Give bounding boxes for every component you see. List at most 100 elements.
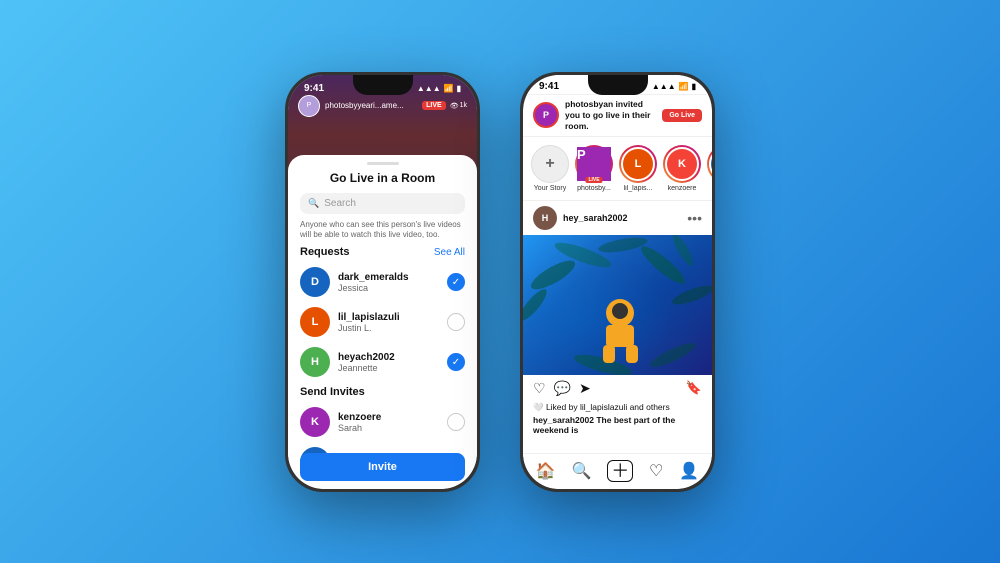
nav-profile-icon[interactable]: 👤: [679, 461, 699, 481]
go-live-action-button[interactable]: Go Live: [662, 109, 702, 122]
post-image: [523, 235, 712, 375]
signal-icon: ▲▲▲: [417, 84, 441, 93]
wifi-icon: 📶: [444, 84, 454, 93]
username-kenzoere: kenzoere: [338, 412, 439, 423]
story-inner-photosbyan: P: [577, 147, 611, 181]
user-avatar-heyach2002: H: [300, 347, 330, 377]
post-more-options[interactable]: •••: [687, 211, 702, 225]
status-bar-phone1: 9:41 ▲▲▲ 📶 ▮: [288, 77, 477, 96]
send-invites-header: Send Invites: [300, 386, 465, 398]
live-notification-header: P photosbyan invited you to go live in t…: [523, 95, 712, 137]
sheet-title: Go Live in a Room: [288, 171, 477, 185]
info-text: Anyone who can see this person's live vi…: [300, 220, 465, 241]
phone-instagram-feed: 9:41 ▲▲▲ 📶 ▮ P photosbyan invited you to…: [520, 72, 715, 492]
bookmark-action-icon[interactable]: 🔖: [686, 380, 702, 396]
user-avatar-dark-emeralds: D: [300, 267, 330, 297]
story-label-photosbyan: photosby...: [577, 185, 611, 192]
story-label-lil-lapis: lil_lapis...: [624, 185, 653, 192]
post-actions: ♡ 💬 ➤ 🔖: [523, 375, 712, 402]
bottom-navigation: 🏠 🔍 ＋ ♡ 👤: [523, 453, 712, 489]
battery-icon-p2: ▮: [692, 82, 696, 91]
sheet-handle: [367, 162, 399, 165]
post-likes: 🤍 Liked by lil_lapislazuli and others: [523, 402, 712, 415]
share-action-icon[interactable]: ➤: [579, 380, 591, 397]
eye-icon: 👁: [450, 102, 459, 110]
user-sub-kenzoere: Sarah: [338, 423, 439, 433]
user-sub-lil-lapislazuli: Justin L.: [338, 323, 439, 333]
story-item-photosbyan[interactable]: P LIVE photosby...: [575, 145, 613, 192]
nav-likes-icon[interactable]: ♡: [649, 461, 663, 481]
story-item-kenzoere[interactable]: K kenzoere: [663, 145, 701, 192]
story-item-lil-lapis[interactable]: L lil_lapis...: [619, 145, 657, 192]
story-avatar-photosbyan: P LIVE: [575, 145, 613, 183]
username-lil-lapislazuli: lil_lapislazuli: [338, 312, 439, 323]
nav-search-icon[interactable]: 🔍: [572, 461, 592, 481]
live-header: P photosbyyeari...ame... LIVE 👁 1k: [288, 95, 477, 117]
story-avatar-kenzoere: K: [663, 145, 701, 183]
check-dark-emeralds[interactable]: ✓: [447, 273, 465, 291]
user-sub-heyach2002: Jeannette: [338, 363, 439, 373]
user-row-lil-lapislazuli[interactable]: L lil_lapislazuli Justin L.: [288, 302, 477, 342]
username-heyach2002: heyach2002: [338, 352, 439, 363]
user-avatar-lil-lapislazuli: L: [300, 307, 330, 337]
phone1-screen: 9:41 ▲▲▲ 📶 ▮ P photosbyyeari...ame... LI…: [288, 75, 477, 489]
user-info-heyach2002: heyach2002 Jeannette: [338, 352, 439, 373]
send-invites-label: Send Invites: [300, 386, 365, 398]
comment-action-icon[interactable]: 💬: [554, 380, 571, 397]
story-inner-dark-e: D: [709, 147, 712, 181]
check-lil-lapislazuli[interactable]: [447, 313, 465, 331]
live-viewers-count: 👁 1k: [450, 102, 467, 110]
user-sub-dark-emeralds: Jessica: [338, 283, 439, 293]
search-box[interactable]: 🔍 Search: [300, 193, 465, 214]
caption-username[interactable]: hey_sarah2002: [533, 415, 594, 425]
story-item-dark-e[interactable]: D dark_e...: [707, 145, 712, 192]
post-username[interactable]: hey_sarah2002: [563, 213, 681, 223]
notification-avatar: P: [533, 102, 559, 128]
story-inner-lil-lapis: L: [621, 147, 655, 181]
check-heyach2002[interactable]: ✓: [447, 353, 465, 371]
phone2-screen: 9:41 ▲▲▲ 📶 ▮ P photosbyan invited you to…: [523, 75, 712, 489]
live-story-badge: LIVE: [585, 177, 602, 183]
story-label-your-story: Your Story: [534, 185, 566, 192]
go-live-sheet: Go Live in a Room 🔍 Search Anyone who ca…: [288, 155, 477, 489]
like-action-icon[interactable]: ♡: [533, 380, 546, 397]
stories-row: + Your Story P LIVE photosby... L lil_la…: [523, 137, 712, 201]
story-avatar-lil-lapis: L: [619, 145, 657, 183]
post-header: H hey_sarah2002 •••: [523, 201, 712, 235]
requests-label: Requests: [300, 246, 350, 258]
status-bar-phone2: 9:41 ▲▲▲ 📶 ▮: [523, 75, 712, 95]
invite-button[interactable]: Invite: [300, 453, 465, 481]
time-phone1: 9:41: [304, 83, 324, 94]
user-row-kenzoere[interactable]: K kenzoere Sarah: [288, 402, 477, 442]
check-kenzoere[interactable]: [447, 413, 465, 431]
requests-section-header: Requests See All: [300, 246, 465, 258]
username-dark-emeralds: dark_emeralds: [338, 272, 439, 283]
live-host-username: photosbyyeari...ame...: [325, 101, 422, 110]
time-phone2: 9:41: [539, 81, 559, 92]
notification-username: photosbyan: [565, 99, 613, 109]
notification-text: photosbyan invited you to go live in the…: [565, 99, 656, 132]
user-row-heyach2002[interactable]: H heyach2002 Jeannette ✓: [288, 342, 477, 382]
signal-icon-p2: ▲▲▲: [652, 82, 676, 91]
user-row-dark-emeralds[interactable]: D dark_emeralds Jessica ✓: [288, 262, 477, 302]
story-avatar-dark-e: D: [707, 145, 712, 183]
user-info-dark-emeralds: dark_emeralds Jessica: [338, 272, 439, 293]
search-placeholder: Search: [324, 198, 356, 209]
story-item-your-story[interactable]: + Your Story: [531, 145, 569, 192]
status-icons-phone2: ▲▲▲ 📶 ▮: [652, 82, 696, 91]
nav-home-icon[interactable]: 🏠: [536, 461, 556, 481]
phone-go-live: 9:41 ▲▲▲ 📶 ▮ P photosbyyeari...ame... LI…: [285, 72, 480, 492]
leaf-decoration: [523, 235, 712, 375]
story-inner-kenzoere: K: [665, 147, 699, 181]
post-user-avatar: H: [533, 206, 557, 230]
search-icon: 🔍: [308, 198, 319, 209]
wifi-icon-p2: 📶: [679, 82, 689, 91]
story-avatar-your-story: +: [531, 145, 569, 183]
see-all-button[interactable]: See All: [434, 247, 465, 258]
story-label-kenzoere: kenzoere: [668, 185, 697, 192]
nav-create-icon[interactable]: ＋: [607, 460, 633, 482]
post-caption: hey_sarah2002 The best part of the weeke…: [523, 415, 712, 439]
user-info-lil-lapislazuli: lil_lapislazuli Justin L.: [338, 312, 439, 333]
user-avatar-kenzoere: K: [300, 407, 330, 437]
user-info-kenzoere: kenzoere Sarah: [338, 412, 439, 433]
